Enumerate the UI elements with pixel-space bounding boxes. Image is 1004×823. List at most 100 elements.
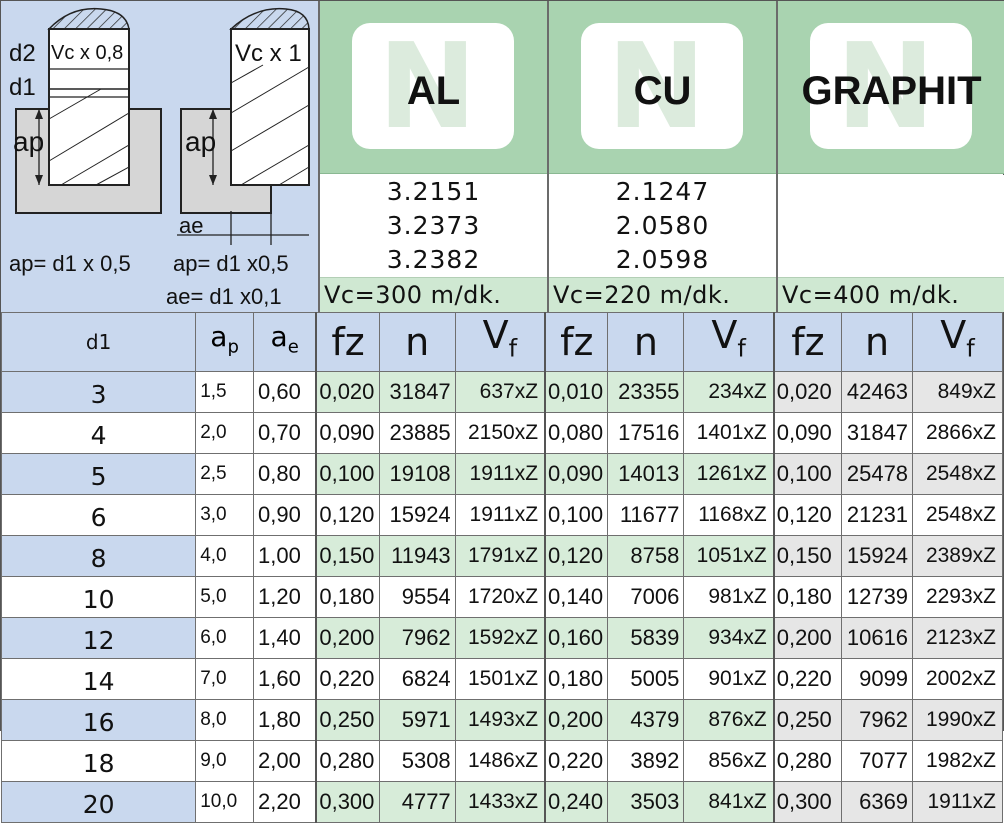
cell-al-fz: 0,300 (315, 780, 380, 823)
cell-ap: 9,0 (195, 739, 255, 782)
cell-ae: 1,40 (253, 616, 317, 659)
header-vf-gr: Vf (912, 312, 1003, 372)
milling-drawing: d2 Vc x 0,8 d1 ap ap= d1 x 0,5 Vc x 1 ap… (9, 7, 310, 309)
cell-al-fz: 0,100 (315, 452, 380, 495)
header-vf-al: Vf (454, 312, 546, 372)
cell-al-fz: 0,280 (315, 739, 380, 782)
cell-d1: 3 (0, 370, 197, 413)
label-vc-right: Vc x 1 (235, 40, 302, 67)
cell-cu-n: 3503 (607, 780, 685, 823)
header-n-cu: n (607, 312, 685, 372)
cell-ap: 4,0 (195, 534, 255, 577)
cell-al-n: 5971 (378, 698, 456, 741)
cell-ap: 8,0 (195, 698, 255, 741)
cell-cu-n: 17516 (607, 411, 685, 454)
cell-ap: 2,5 (195, 452, 255, 495)
header-d1: d1 (0, 312, 197, 372)
cell-gr-n: 7962 (841, 698, 914, 741)
cell-al-n: 31847 (378, 370, 456, 413)
cell-cu-vf: 856xZ (683, 739, 775, 782)
table-row: 14 7,0 1,60 0,220 6824 1501xZ 0,180 5005 901xZ 0,… (0, 657, 1003, 700)
cell-cu-fz: 0,120 (544, 534, 609, 577)
cell-d1: 20 (0, 780, 197, 823)
header-fz-al: fz (315, 312, 380, 372)
cell-al-fz: 0,120 (315, 493, 380, 536)
cell-gr-fz: 0,250 (772, 698, 843, 741)
cell-gr-n: 7077 (841, 739, 914, 782)
cell-al-vf: 1911xZ (454, 493, 546, 536)
cell-al-vf: 1433xZ (454, 780, 546, 823)
cell-gr-vf: 2002xZ (912, 657, 1003, 700)
cell-gr-n: 25478 (841, 452, 914, 495)
cell-al-n: 11943 (378, 534, 456, 577)
cell-gr-fz: 0,220 (772, 657, 843, 700)
label-ap-right: ap (185, 126, 216, 157)
cell-cu-n: 5005 (607, 657, 685, 700)
cell-gr-vf: 2293xZ (912, 575, 1003, 618)
cell-d1: 18 (0, 739, 197, 782)
cell-cu-vf: 876xZ (683, 698, 775, 741)
cell-al-vf: 1791xZ (454, 534, 546, 577)
cell-al-vf: 1720xZ (454, 575, 546, 618)
formula-ae-right: ae= d1 x0,1 (166, 284, 282, 309)
cell-cu-n: 14013 (607, 452, 685, 495)
cutting-data-table: d1 ap ae fz n Vf fz n Vf fz n Vf 3 1,5 0,6… (0, 312, 1003, 823)
cell-cu-vf: 934xZ (683, 616, 775, 659)
cell-cu-vf: 1051xZ (683, 534, 775, 577)
cell-d1: 12 (0, 616, 197, 659)
cell-cu-vf: 901xZ (683, 657, 775, 700)
cell-cu-fz: 0,100 (544, 493, 609, 536)
cell-ae: 1,80 (253, 698, 317, 741)
grade: 3.2382 (386, 245, 481, 274)
cell-cu-n: 4379 (607, 698, 685, 741)
cell-cu-vf: 1261xZ (683, 452, 775, 495)
cell-ae: 2,20 (253, 780, 317, 823)
header-row: d1 ap ae fz n Vf fz n Vf fz n Vf (0, 312, 1003, 372)
cell-ap: 1,5 (195, 370, 255, 413)
cutting-speed: Vc=300 m/dk. (320, 277, 547, 312)
cell-cu-fz: 0,200 (544, 698, 609, 741)
table-row: 4 2,0 0,70 0,090 23885 2150xZ 0,080 17516 1401xZ… (0, 411, 1003, 454)
cell-gr-vf: 1982xZ (912, 739, 1003, 782)
cell-ae: 0,80 (253, 452, 317, 495)
cell-d1: 10 (0, 575, 197, 618)
cell-gr-vf: 1990xZ (912, 698, 1003, 741)
logo-band: N AL (320, 1, 547, 174)
cell-ap: 7,0 (195, 657, 255, 700)
cell-cu-n: 3892 (607, 739, 685, 782)
label-vc-left: Vc x 0,8 (51, 42, 123, 64)
cell-gr-fz: 0,150 (772, 534, 843, 577)
cutting-speed: Vc=400 m/dk. (778, 277, 1004, 312)
header-n-al: n (378, 312, 456, 372)
grade: 2.0598 (615, 245, 710, 274)
table-row: 5 2,5 0,80 0,100 19108 1911xZ 0,090 14013 1261xZ… (0, 452, 1003, 495)
cell-gr-n: 9099 (841, 657, 914, 700)
cell-al-n: 7962 (378, 616, 456, 659)
cell-ae: 2,00 (253, 739, 317, 782)
grade: 2.0580 (615, 211, 710, 240)
material-grades: 3.2151 3.2373 3.2382 (320, 175, 547, 277)
cell-d1: 6 (0, 493, 197, 536)
header-ae: ae (253, 312, 317, 372)
cell-d1: 16 (0, 698, 197, 741)
cell-cu-fz: 0,090 (544, 452, 609, 495)
label-d1: d1 (9, 74, 36, 101)
table-row: 20 10,0 2,20 0,300 4777 1433xZ 0,240 3503 841xZ 0… (0, 780, 1003, 823)
material-grades (778, 175, 1004, 277)
cell-gr-fz: 0,120 (772, 493, 843, 536)
cell-gr-n: 31847 (841, 411, 914, 454)
cell-cu-fz: 0,080 (544, 411, 609, 454)
label-ae: ae (179, 213, 203, 238)
cell-ap: 5,0 (195, 575, 255, 618)
cell-al-n: 6824 (378, 657, 456, 700)
cell-gr-n: 21231 (841, 493, 914, 536)
cell-al-fz: 0,180 (315, 575, 380, 618)
cell-ae: 0,70 (253, 411, 317, 454)
cell-gr-vf: 2548xZ (912, 493, 1003, 536)
cell-ae: 0,90 (253, 493, 317, 536)
cell-cu-vf: 1401xZ (683, 411, 775, 454)
cell-ae: 1,20 (253, 575, 317, 618)
cell-al-n: 4777 (378, 780, 456, 823)
cell-gr-fz: 0,100 (772, 452, 843, 495)
material-al: N AL 3.2151 3.2373 3.2382 Vc=300 m/dk. (318, 1, 547, 312)
